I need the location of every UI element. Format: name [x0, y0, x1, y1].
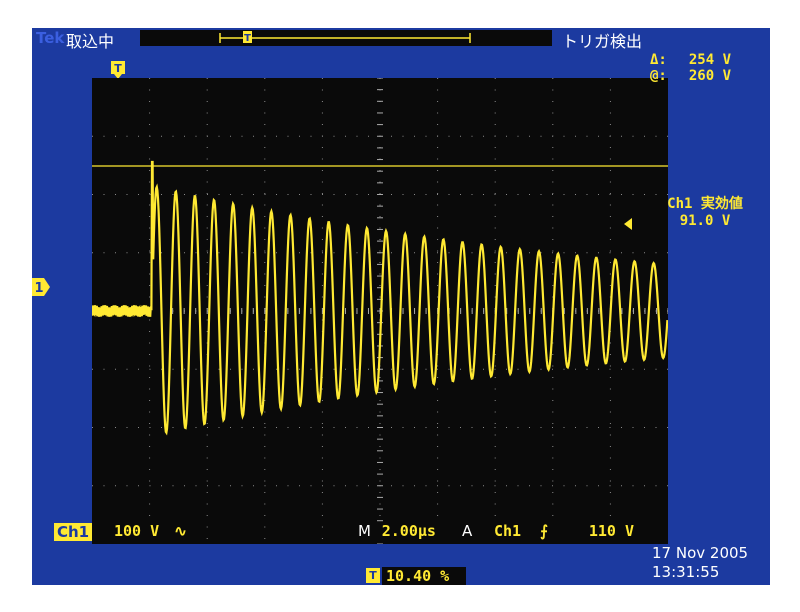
horizontal-position-marker: T — [366, 568, 380, 583]
measurement-value: 91.0 V — [679, 213, 731, 229]
svg-text:T: T — [244, 33, 251, 44]
ch1-marker-label: 1 — [34, 281, 43, 296]
trigger-state: トリガ検出 — [562, 32, 643, 51]
trigger-details[interactable]: Ch1 ⨍ 110 V — [484, 522, 638, 540]
trigger-position-marker[interactable]: T — [110, 60, 126, 80]
trigger-label: A — [462, 522, 473, 540]
record-view-bar: T — [140, 30, 552, 46]
delta-value: 254 V — [688, 52, 732, 68]
trigger-slope-icon: ⨍ — [540, 522, 548, 540]
at-value: 260 V — [688, 68, 732, 84]
acquisition-state: 取込中 — [66, 32, 115, 51]
datetime: 17 Nov 2005 13:31:55 — [652, 544, 748, 582]
oscilloscope-display: Tek 取込中 T トリガ検出 T 1 Δ: 254 V @: 260 V Ch… — [32, 28, 770, 585]
channel-settings[interactable]: Ch1 — [54, 522, 93, 541]
date-label: 17 Nov 2005 — [652, 544, 749, 562]
time-label: 13:31:55 — [652, 563, 720, 581]
horizontal-position-value: 10.40 % — [382, 567, 466, 585]
measurement-label: Ch1 実効値 — [667, 196, 743, 212]
trigger-setting[interactable]: A — [462, 522, 472, 540]
ch1-reference-marker[interactable]: 1 — [32, 278, 50, 296]
delta-label: Δ: — [650, 52, 667, 68]
trigger-source: Ch1 — [494, 522, 522, 540]
timebase-setting[interactable]: M 2.00µs — [358, 522, 442, 540]
trigger-level: 110 V — [588, 522, 634, 540]
svg-text:T: T — [114, 62, 122, 75]
channel-name: Ch1 — [54, 523, 93, 541]
brand-label: Tek — [36, 29, 65, 47]
at-label: @: — [650, 68, 667, 84]
status-bar: Tek 取込中 T トリガ検出 — [32, 28, 770, 51]
trigger-level-arrow[interactable] — [622, 218, 632, 230]
waveform-plot — [90, 77, 669, 545]
measurement-readout: Ch1 実効値 91.0 V — [650, 196, 760, 230]
coupling-icon: ∿ — [174, 522, 187, 540]
cursor-readout: Δ: 254 V @: 260 V — [650, 52, 731, 84]
vertical-scale-value: 100 V — [114, 522, 160, 540]
vertical-scale[interactable]: 100 V ∿ — [92, 522, 204, 540]
timebase-value: 2.00µs — [375, 522, 442, 540]
timebase-mode: M — [358, 522, 371, 540]
graticule — [90, 77, 669, 545]
record-view-indicator: T — [219, 31, 471, 44]
